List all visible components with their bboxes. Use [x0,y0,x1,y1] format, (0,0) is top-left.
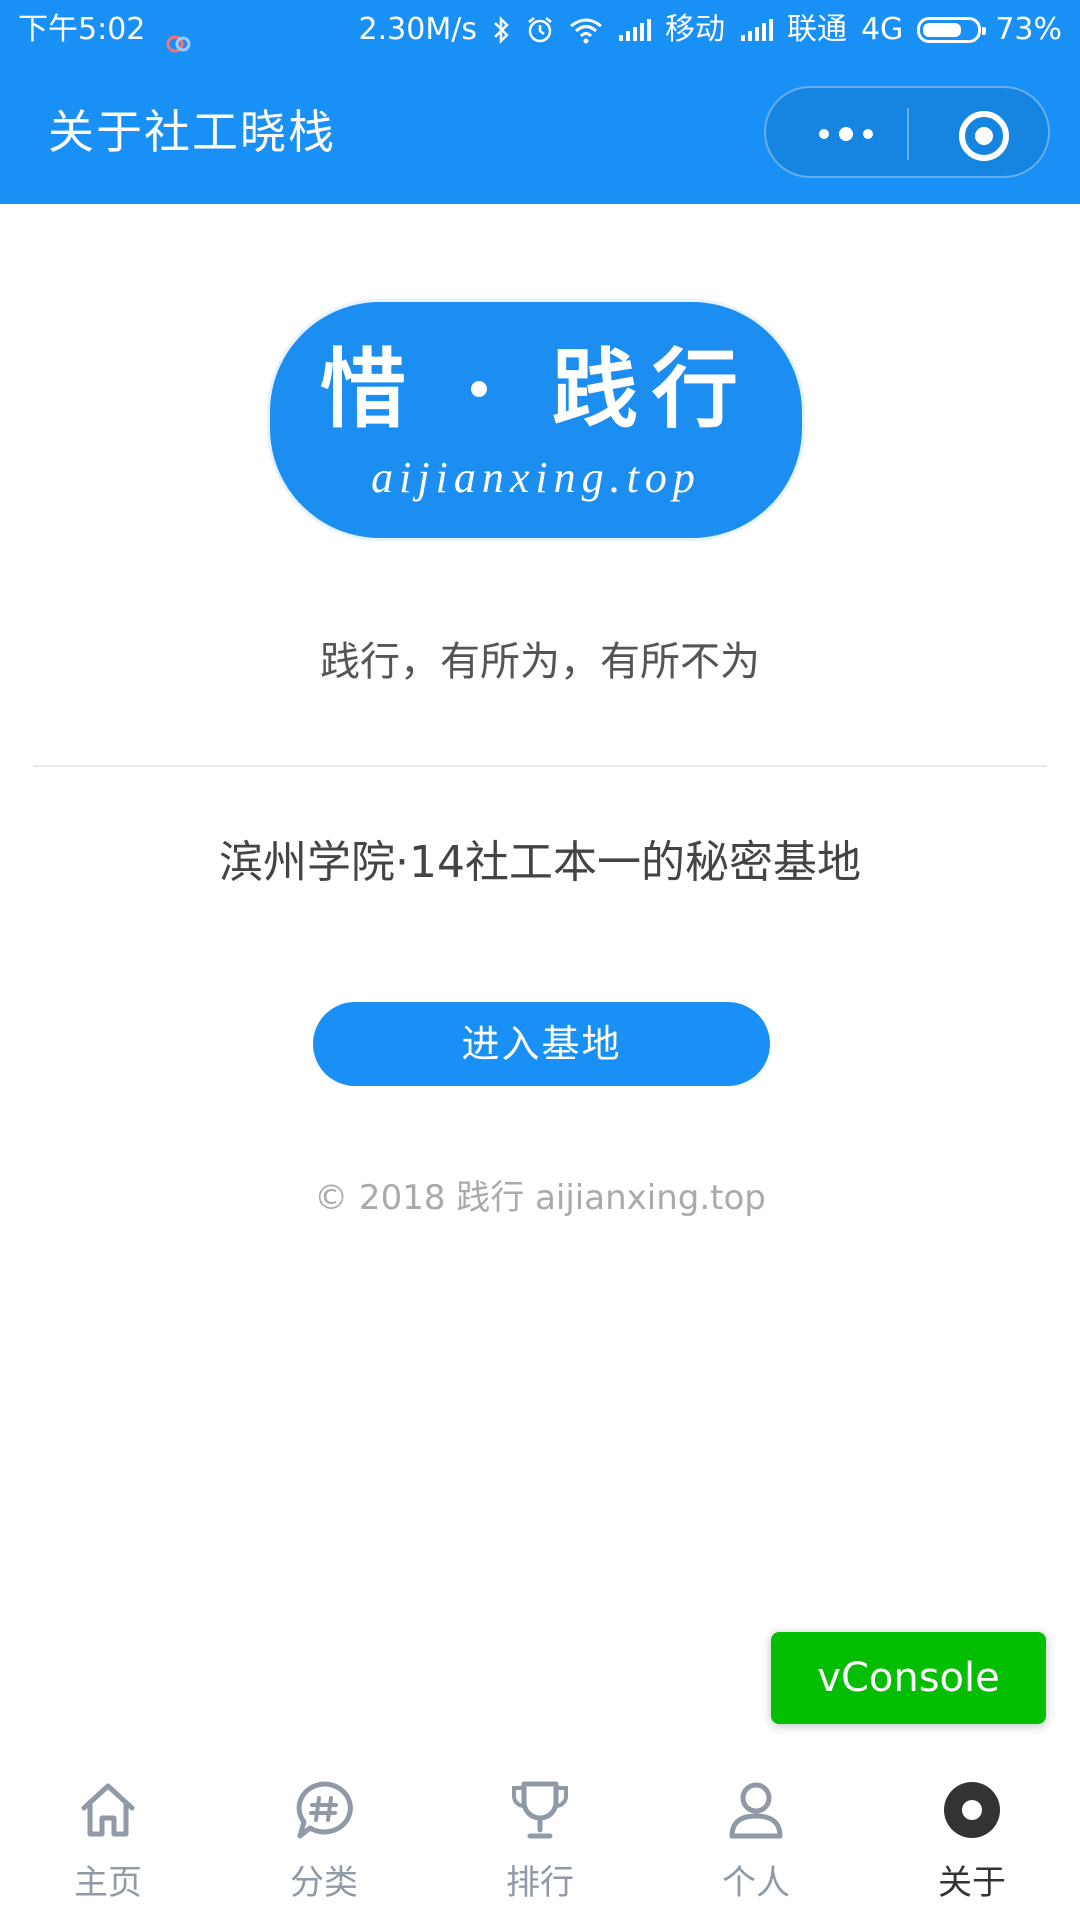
tab-ranking-label: 排行 [506,1863,574,1903]
tab-category[interactable]: 分类 [216,1754,432,1920]
bottom-tab-bar: 主页 分类 排行 个人 关于 [0,1754,1080,1920]
tab-category-label: 分类 [290,1863,358,1903]
network-speed: 2.30M/s [358,12,477,47]
capsule-divider [907,108,909,160]
site-logo: 惜 · 践行 aijianxing.top [270,302,802,538]
copyright-footer: © 2018 践行 aijianxing.top [314,1178,766,1218]
carrier-2: 联通 [786,12,847,47]
bluetooth-icon [491,15,511,45]
hashtag-bubble-icon [292,1778,356,1842]
subtitle-text: 滨州学院·14社工本一的秘密基地 [219,837,861,888]
vconsole-button[interactable]: vConsole [771,1632,1046,1724]
status-icons: 2.30M/s 移动 联通 4G 73% [359,0,1062,60]
tab-ranking[interactable]: 排行 [432,1754,648,1920]
divider [34,765,1046,767]
app-bar: 下午5:02 2.30M/s 移动 联通 4G 73% 关于社工晓栈 [0,0,1080,204]
tab-about-label: 关于 [938,1863,1006,1903]
signal-icon-1 [617,17,651,43]
signal-icon-2 [739,17,773,43]
logo-main-text: 惜 · 践行 [320,339,752,440]
user-icon [724,1778,788,1842]
slogan-text: 践行，有所为，有所不为 [320,639,760,685]
home-icon [76,1778,140,1842]
status-bar: 下午5:02 2.30M/s 移动 联通 4G 73% [0,0,1080,60]
tab-profile[interactable]: 个人 [648,1754,864,1920]
notification-icon [165,18,191,52]
battery-icon [917,17,987,43]
trophy-icon [508,1778,572,1842]
battery-fill [923,23,962,37]
target-circle-icon[interactable] [956,108,1012,164]
wifi-icon [569,16,603,44]
network-type: 4G [860,12,904,47]
page-title: 关于社工晓栈 [48,105,336,159]
mini-program-capsule [764,86,1050,178]
enter-base-button[interactable]: 进入基地 [313,1002,770,1086]
about-dot-icon [940,1778,1004,1842]
alarm-icon [525,15,555,45]
tab-about[interactable]: 关于 [864,1754,1080,1920]
tab-home[interactable]: 主页 [0,1754,216,1920]
more-dots-icon[interactable] [806,112,886,156]
logo-sub-text: aijianxing.top [371,453,701,502]
status-time: 下午5:02 [18,0,191,60]
tab-home-label: 主页 [74,1863,142,1903]
carrier-1: 移动 [664,12,725,47]
tab-profile-label: 个人 [722,1863,790,1903]
battery-percent: 73% [995,12,1062,47]
